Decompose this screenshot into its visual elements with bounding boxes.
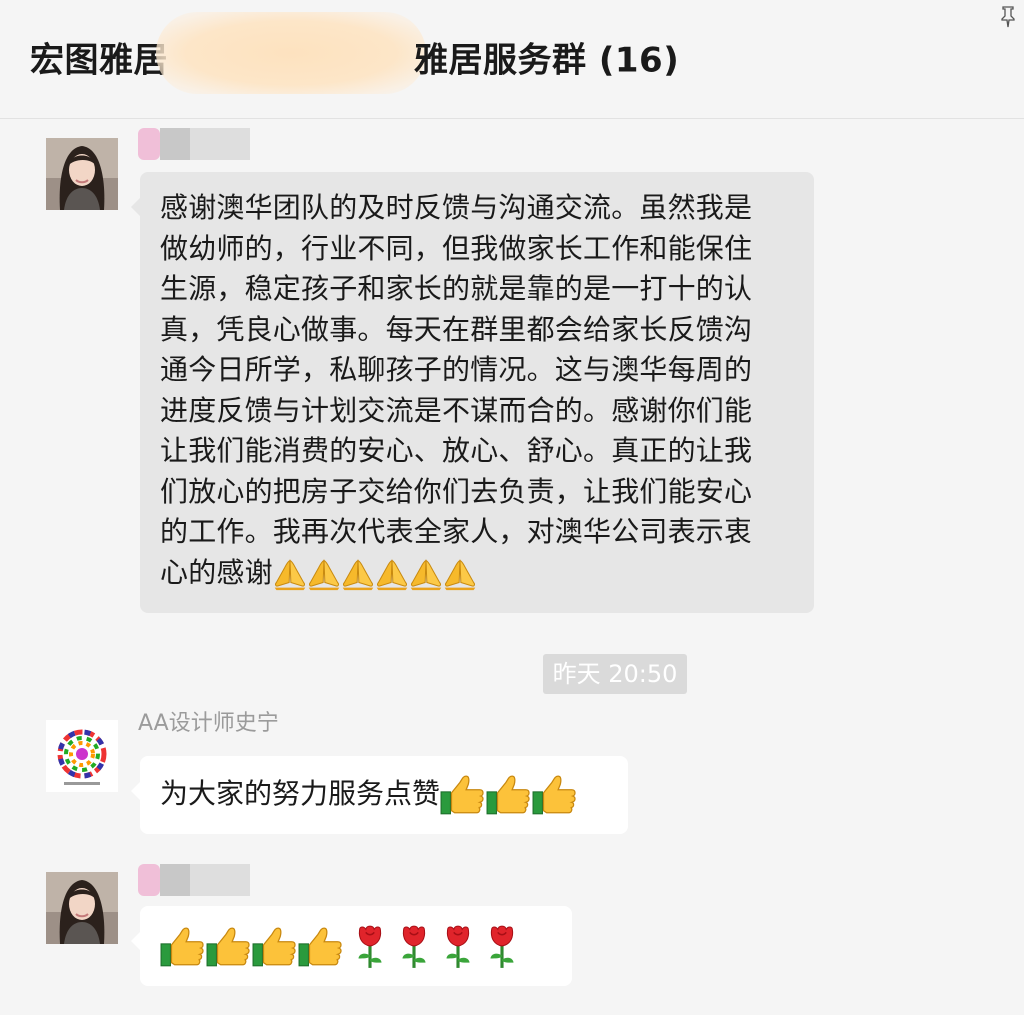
avatar[interactable] (46, 138, 118, 210)
folded-hands-icon (409, 556, 443, 592)
pin-icon[interactable] (1000, 6, 1016, 28)
timestamp: 昨天 20:50 (543, 654, 687, 694)
thumbs-up-icon (206, 926, 252, 968)
folded-hands-icon (307, 556, 341, 592)
rose-icon (436, 924, 480, 970)
thumbs-up-icon (486, 774, 532, 816)
message-bubble[interactable]: 为大家的努力服务点赞 (131, 756, 628, 834)
message-bubble[interactable]: 感谢澳华团队的及时反馈与沟通交流。虽然我是 做幼师的，行业不同，但我做家长工作和… (131, 172, 814, 613)
sender-name: AA设计师史宁 (138, 711, 279, 736)
message-text: 感谢澳华团队的及时反馈与沟通交流。虽然我是 做幼师的，行业不同，但我做家长工作和… (160, 188, 800, 593)
thumbs-up-icon (298, 926, 344, 968)
redaction-blur (156, 12, 426, 94)
thumbs-up-icon (532, 774, 578, 816)
avatar[interactable] (46, 872, 118, 944)
emoji-row (160, 924, 524, 970)
rose-icon (480, 924, 524, 970)
folded-hands-icon (375, 556, 409, 592)
folded-hands-icon (341, 556, 375, 592)
folded-hands-icon (273, 556, 307, 592)
rose-icon (348, 924, 392, 970)
chat-header: 宏图雅居 雅居服务群 (16) (0, 0, 1024, 119)
chat-title-suffix: 雅居服务群 (16) (414, 40, 680, 81)
chat-title-prefix: 宏图雅居 (30, 40, 168, 81)
chat-title: 宏图雅居 雅居服务群 (16) (30, 12, 680, 94)
thumbs-up-icon (440, 774, 486, 816)
sender-name-redacted (138, 128, 258, 160)
message-text: 为大家的努力服务点赞 (160, 774, 578, 816)
avatar[interactable] (46, 720, 118, 792)
thumbs-up-icon (160, 926, 206, 968)
thumbs-up-icon (252, 926, 298, 968)
rose-icon (392, 924, 436, 970)
sender-name-redacted (138, 864, 258, 896)
folded-hands-icon (443, 556, 477, 592)
message-bubble[interactable] (131, 906, 572, 986)
emoji-row (273, 556, 477, 589)
